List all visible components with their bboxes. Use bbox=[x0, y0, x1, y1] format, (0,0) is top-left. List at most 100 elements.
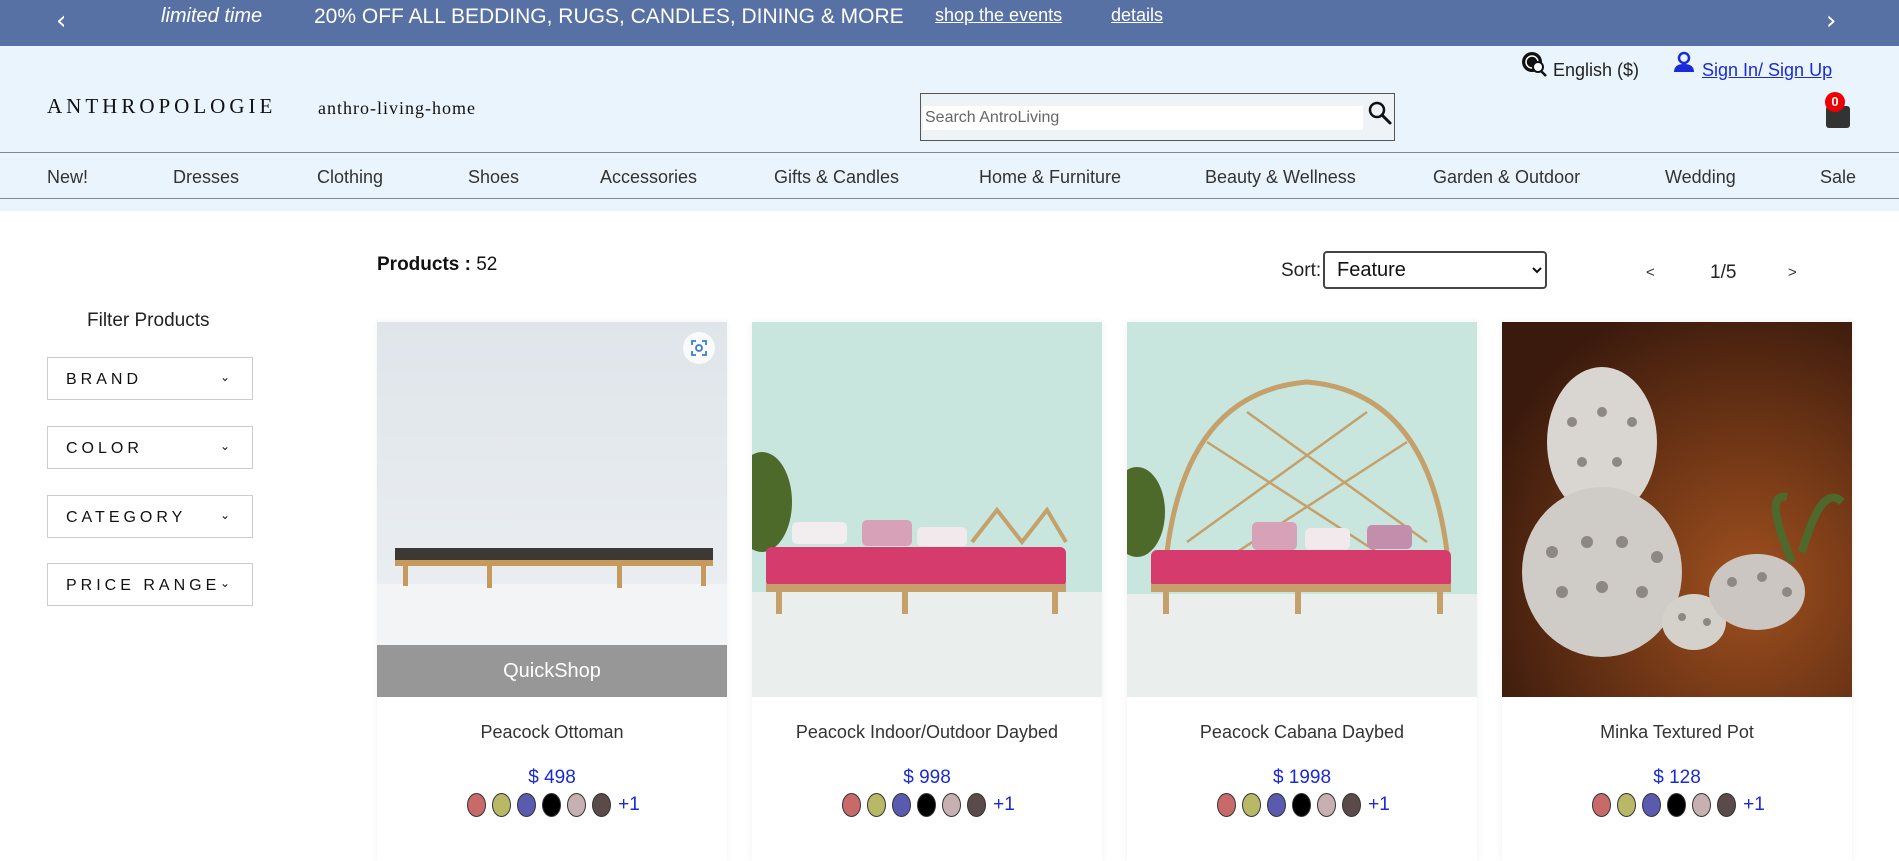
search-box bbox=[920, 93, 1395, 141]
site-header: ANTHROPOLOGIE anthro-living-home English… bbox=[0, 46, 1899, 152]
swatch-dark-brown[interactable] bbox=[1717, 793, 1737, 817]
product-card[interactable]: QuickShop Peacock Ottoman $ 498 +1 bbox=[377, 322, 727, 861]
sort-label: Sort: bbox=[1281, 260, 1322, 281]
swatch-black[interactable] bbox=[542, 793, 562, 817]
nav-item-gifts-candles[interactable]: Gifts & Candles bbox=[774, 167, 899, 188]
page-indicator: 1/5 bbox=[1710, 262, 1737, 283]
swatch-blue[interactable] bbox=[892, 793, 912, 817]
filter-category-label: CATEGORY bbox=[66, 509, 187, 526]
swatch-olive[interactable] bbox=[1617, 793, 1637, 817]
product-price: $ 998 bbox=[903, 767, 951, 788]
nav-item-home-furniture[interactable]: Home & Furniture bbox=[979, 167, 1121, 188]
swatch-olive[interactable] bbox=[1242, 793, 1262, 817]
swatch-olive[interactable] bbox=[492, 793, 512, 817]
product-price: $ 128 bbox=[1653, 767, 1701, 788]
swatch-red[interactable] bbox=[1592, 793, 1612, 817]
filter-color-label: COLOR bbox=[66, 440, 143, 457]
nav-divider bbox=[0, 199, 1899, 211]
anthro-living-logo[interactable]: anthro-living-home bbox=[318, 98, 476, 119]
product-image-minka-pot[interactable] bbox=[1502, 322, 1852, 697]
nav-item-sale[interactable]: Sale bbox=[1820, 167, 1856, 188]
more-colors[interactable]: +1 bbox=[1743, 794, 1765, 816]
color-swatches: +1 bbox=[377, 793, 727, 823]
filter-title: Filter Products bbox=[87, 310, 210, 331]
filter-color[interactable]: COLOR ⌄ bbox=[47, 426, 253, 469]
swatch-dark-brown[interactable] bbox=[1342, 793, 1362, 817]
prev-page-button[interactable]: < bbox=[1646, 264, 1655, 281]
swatch-pink-gray[interactable] bbox=[567, 793, 587, 817]
main-nav: New! Dresses Clothing Shoes Accessories … bbox=[0, 152, 1899, 199]
anthropologie-logo[interactable]: ANTHROPOLOGIE bbox=[47, 94, 276, 119]
nav-item-wedding[interactable]: Wedding bbox=[1665, 167, 1736, 188]
product-price: $ 1998 bbox=[1272, 767, 1332, 788]
products-number: 52 bbox=[476, 254, 498, 275]
promo-next-icon[interactable]: › bbox=[1826, 8, 1836, 34]
product-name[interactable]: Peacock Cabana Daybed bbox=[1127, 722, 1477, 743]
nav-item-shoes[interactable]: Shoes bbox=[468, 167, 519, 188]
next-page-button[interactable]: > bbox=[1788, 264, 1797, 281]
quick-view-icon[interactable] bbox=[683, 332, 715, 364]
globe-icon[interactable] bbox=[1520, 50, 1548, 78]
product-card[interactable]: Minka Textured Pot $ 128 +1 bbox=[1502, 322, 1852, 861]
product-card[interactable]: Peacock Indoor/Outdoor Daybed $ 998 +1 bbox=[752, 322, 1102, 861]
promo-headline: 20% OFF ALL BEDDING, RUGS, CANDLES, DINI… bbox=[314, 5, 904, 28]
color-swatches: +1 bbox=[752, 793, 1102, 823]
swatch-red[interactable] bbox=[1217, 793, 1237, 817]
swatch-pink-gray[interactable] bbox=[1692, 793, 1712, 817]
product-image-ottoman[interactable] bbox=[377, 322, 727, 697]
promo-prev-icon[interactable]: ‹ bbox=[56, 8, 66, 34]
swatch-blue[interactable] bbox=[1642, 793, 1662, 817]
nav-item-dresses[interactable]: Dresses bbox=[173, 167, 239, 188]
swatch-blue[interactable] bbox=[517, 793, 537, 817]
more-colors[interactable]: +1 bbox=[1368, 794, 1390, 816]
swatch-black[interactable] bbox=[1667, 793, 1687, 817]
color-swatches: +1 bbox=[1502, 793, 1852, 823]
user-icon[interactable] bbox=[1672, 50, 1696, 74]
search-icon[interactable] bbox=[1367, 100, 1393, 126]
more-colors[interactable]: +1 bbox=[618, 794, 640, 816]
products-count: Products : 52 bbox=[377, 254, 497, 276]
product-price: $ 498 bbox=[528, 767, 576, 788]
product-card[interactable]: Peacock Cabana Daybed $ 1998 +1 bbox=[1127, 322, 1477, 861]
sign-in-link[interactable]: Sign In/ Sign Up bbox=[1702, 60, 1832, 81]
filter-category[interactable]: CATEGORY ⌄ bbox=[47, 495, 253, 538]
quickshop-button[interactable]: QuickShop bbox=[377, 645, 727, 697]
details-link[interactable]: details bbox=[1111, 5, 1163, 26]
more-colors[interactable]: +1 bbox=[993, 794, 1015, 816]
swatch-olive[interactable] bbox=[867, 793, 887, 817]
chevron-down-icon: ⌄ bbox=[220, 576, 231, 590]
product-image-indoor-daybed[interactable] bbox=[752, 322, 1102, 697]
cart-button[interactable]: 0 bbox=[1822, 92, 1850, 128]
search-input[interactable] bbox=[923, 106, 1363, 130]
language-selector[interactable]: English ($) bbox=[1553, 60, 1639, 81]
nav-item-beauty-wellness[interactable]: Beauty & Wellness bbox=[1205, 167, 1356, 188]
product-name[interactable]: Peacock Indoor/Outdoor Daybed bbox=[752, 722, 1102, 743]
nav-item-new[interactable]: New! bbox=[47, 167, 88, 188]
nav-item-garden-outdoor[interactable]: Garden & Outdoor bbox=[1433, 167, 1580, 188]
promo-bar: ‹ limited time 20% OFF ALL BEDDING, RUGS… bbox=[0, 0, 1899, 46]
swatch-red[interactable] bbox=[842, 793, 862, 817]
color-swatches: +1 bbox=[1127, 793, 1477, 823]
swatch-red[interactable] bbox=[467, 793, 487, 817]
swatch-black[interactable] bbox=[1292, 793, 1312, 817]
swatch-pink-gray[interactable] bbox=[942, 793, 962, 817]
filter-price-range[interactable]: PRICE RANGE ⌄ bbox=[47, 563, 253, 606]
filter-brand-label: BRAND bbox=[66, 371, 143, 388]
shop-events-link[interactable]: shop the events bbox=[935, 5, 1062, 26]
products-label: Products : bbox=[377, 254, 471, 275]
product-name[interactable]: Peacock Ottoman bbox=[377, 722, 727, 743]
chevron-down-icon: ⌄ bbox=[220, 370, 231, 384]
product-name[interactable]: Minka Textured Pot bbox=[1502, 722, 1852, 743]
swatch-black[interactable] bbox=[917, 793, 937, 817]
nav-item-accessories[interactable]: Accessories bbox=[600, 167, 697, 188]
swatch-blue[interactable] bbox=[1267, 793, 1287, 817]
chevron-down-icon: ⌄ bbox=[220, 508, 231, 522]
sort-select[interactable]: Feature bbox=[1323, 251, 1547, 289]
filter-brand[interactable]: BRAND ⌄ bbox=[47, 357, 253, 400]
swatch-dark-brown[interactable] bbox=[967, 793, 987, 817]
promo-limited-text: limited time bbox=[161, 5, 263, 27]
swatch-pink-gray[interactable] bbox=[1317, 793, 1337, 817]
nav-item-clothing[interactable]: Clothing bbox=[317, 167, 383, 188]
product-image-cabana-daybed[interactable] bbox=[1127, 322, 1477, 697]
swatch-dark-brown[interactable] bbox=[592, 793, 612, 817]
